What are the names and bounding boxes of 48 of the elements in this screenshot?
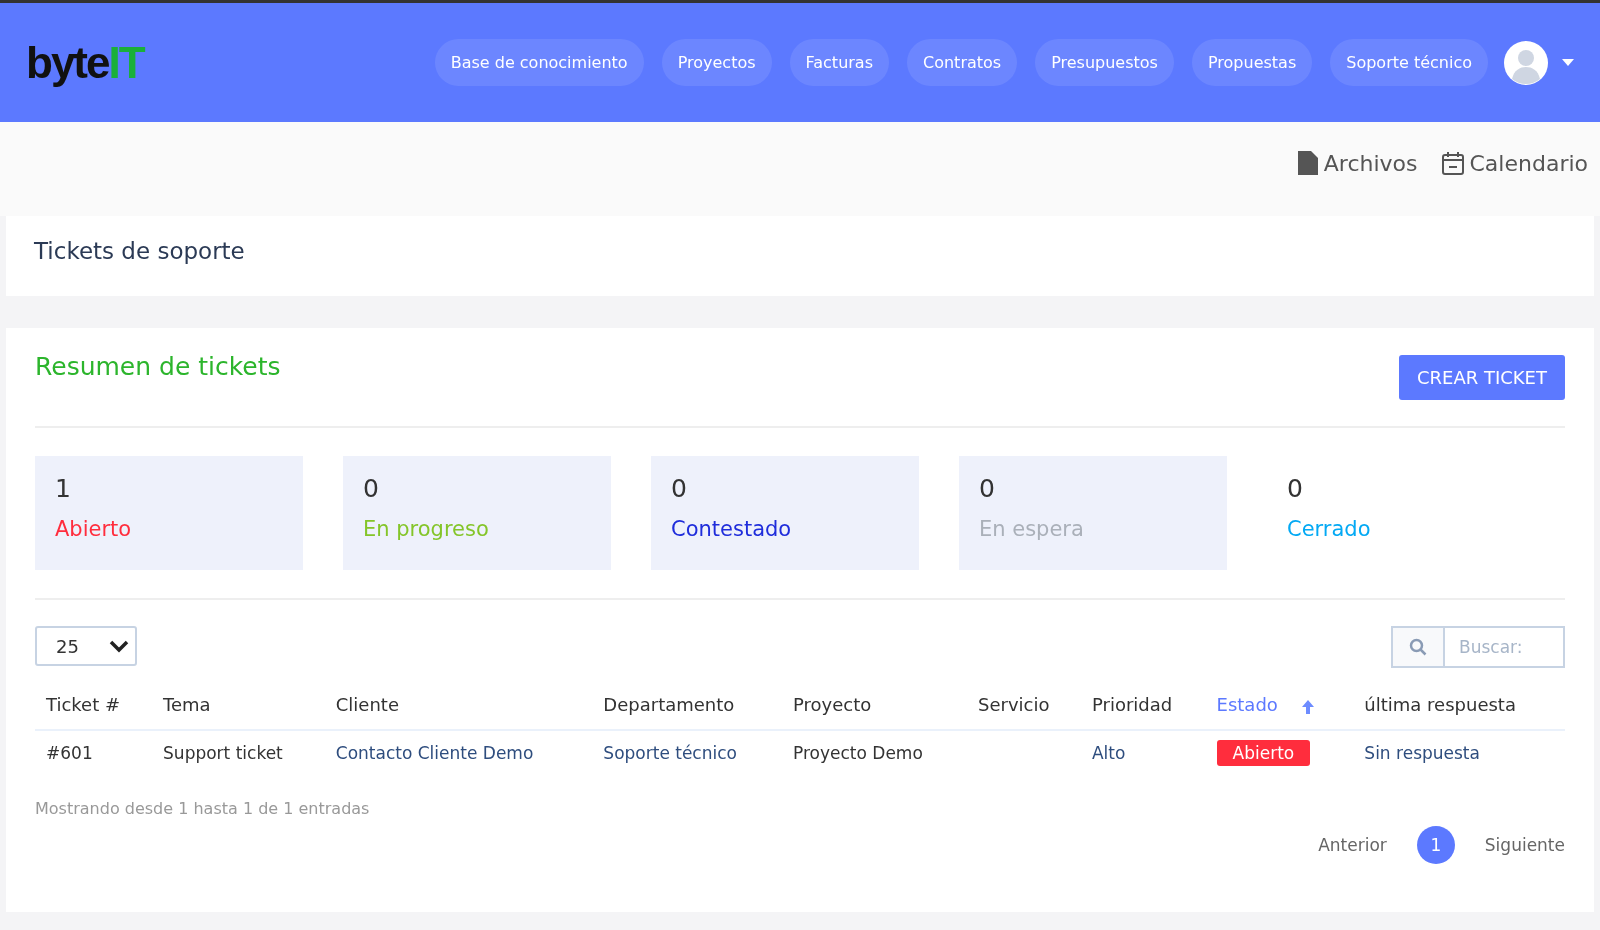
column-header[interactable]: Ticket # — [35, 680, 153, 730]
table-link[interactable]: Alto — [1091, 743, 1126, 763]
quick-link[interactable]: Archivos — [1297, 148, 1418, 178]
page-size-select[interactable]: 25 — [35, 626, 137, 666]
quick-link[interactable]: Calendario — [1441, 148, 1588, 178]
create-ticket-button[interactable]: CREAR TICKET — [1398, 355, 1565, 400]
stat-count: 0 — [1287, 474, 1304, 503]
table-cell: Support ticket — [152, 730, 325, 775]
file-icon — [1297, 151, 1318, 175]
stat-label: Cerrado — [1287, 517, 1372, 541]
column-header[interactable]: Tema — [152, 680, 325, 730]
stat-count: 1 — [55, 474, 72, 503]
search-icon — [1409, 638, 1427, 656]
avatar-icon[interactable] — [1504, 40, 1548, 85]
column-header[interactable]: Departamento — [592, 680, 782, 730]
column-header[interactable]: Cliente — [324, 680, 593, 730]
quick-link-label: Calendario — [1469, 150, 1588, 176]
stat-count: 0 — [671, 474, 688, 503]
column-header[interactable]: Servicio — [967, 680, 1081, 730]
column-header[interactable]: última respuesta — [1353, 680, 1565, 730]
table-cell: Proyecto Demo — [782, 730, 968, 775]
calendar-icon — [1441, 151, 1464, 175]
table-link[interactable]: Contacto Cliente Demo — [335, 743, 534, 763]
table-cell: #601 — [35, 730, 153, 775]
page-title: Tickets de soporte — [34, 238, 246, 264]
status-badge: Abierto — [1216, 740, 1311, 766]
summary-title: Resumen de tickets — [35, 352, 281, 381]
column-header[interactable]: Prioridad — [1080, 680, 1206, 730]
previous-link[interactable]: Anterior — [1318, 835, 1387, 855]
table-link[interactable]: Soporte técnico — [603, 743, 737, 763]
stat-count: 0 — [979, 474, 996, 503]
search-box[interactable]: Buscar: — [1391, 626, 1565, 668]
stat-label: En progreso — [363, 517, 490, 541]
table-link[interactable]: Sin respuesta — [1364, 743, 1480, 763]
stat-label: En espera — [979, 517, 1085, 541]
stat-label: Abierto — [55, 517, 133, 541]
column-header[interactable]: Estado — [1205, 680, 1354, 730]
next-link[interactable]: Siguiente — [1484, 835, 1565, 855]
page-button[interactable]: 1 — [1416, 826, 1455, 864]
stat-label: Contestado — [671, 517, 793, 541]
caret-icon[interactable] — [1562, 58, 1574, 67]
chevron-down-icon — [109, 639, 129, 653]
column-header[interactable]: Proyecto — [782, 680, 968, 730]
logo[interactable]: byteIT — [26, 37, 144, 88]
quick-link-label: Archivos — [1323, 150, 1418, 176]
stat-count: 0 — [363, 474, 380, 503]
table-info: Mostrando desde 1 hasta 1 de 1 entradas — [35, 799, 371, 818]
sort-arrow-icon — [1299, 699, 1316, 715]
